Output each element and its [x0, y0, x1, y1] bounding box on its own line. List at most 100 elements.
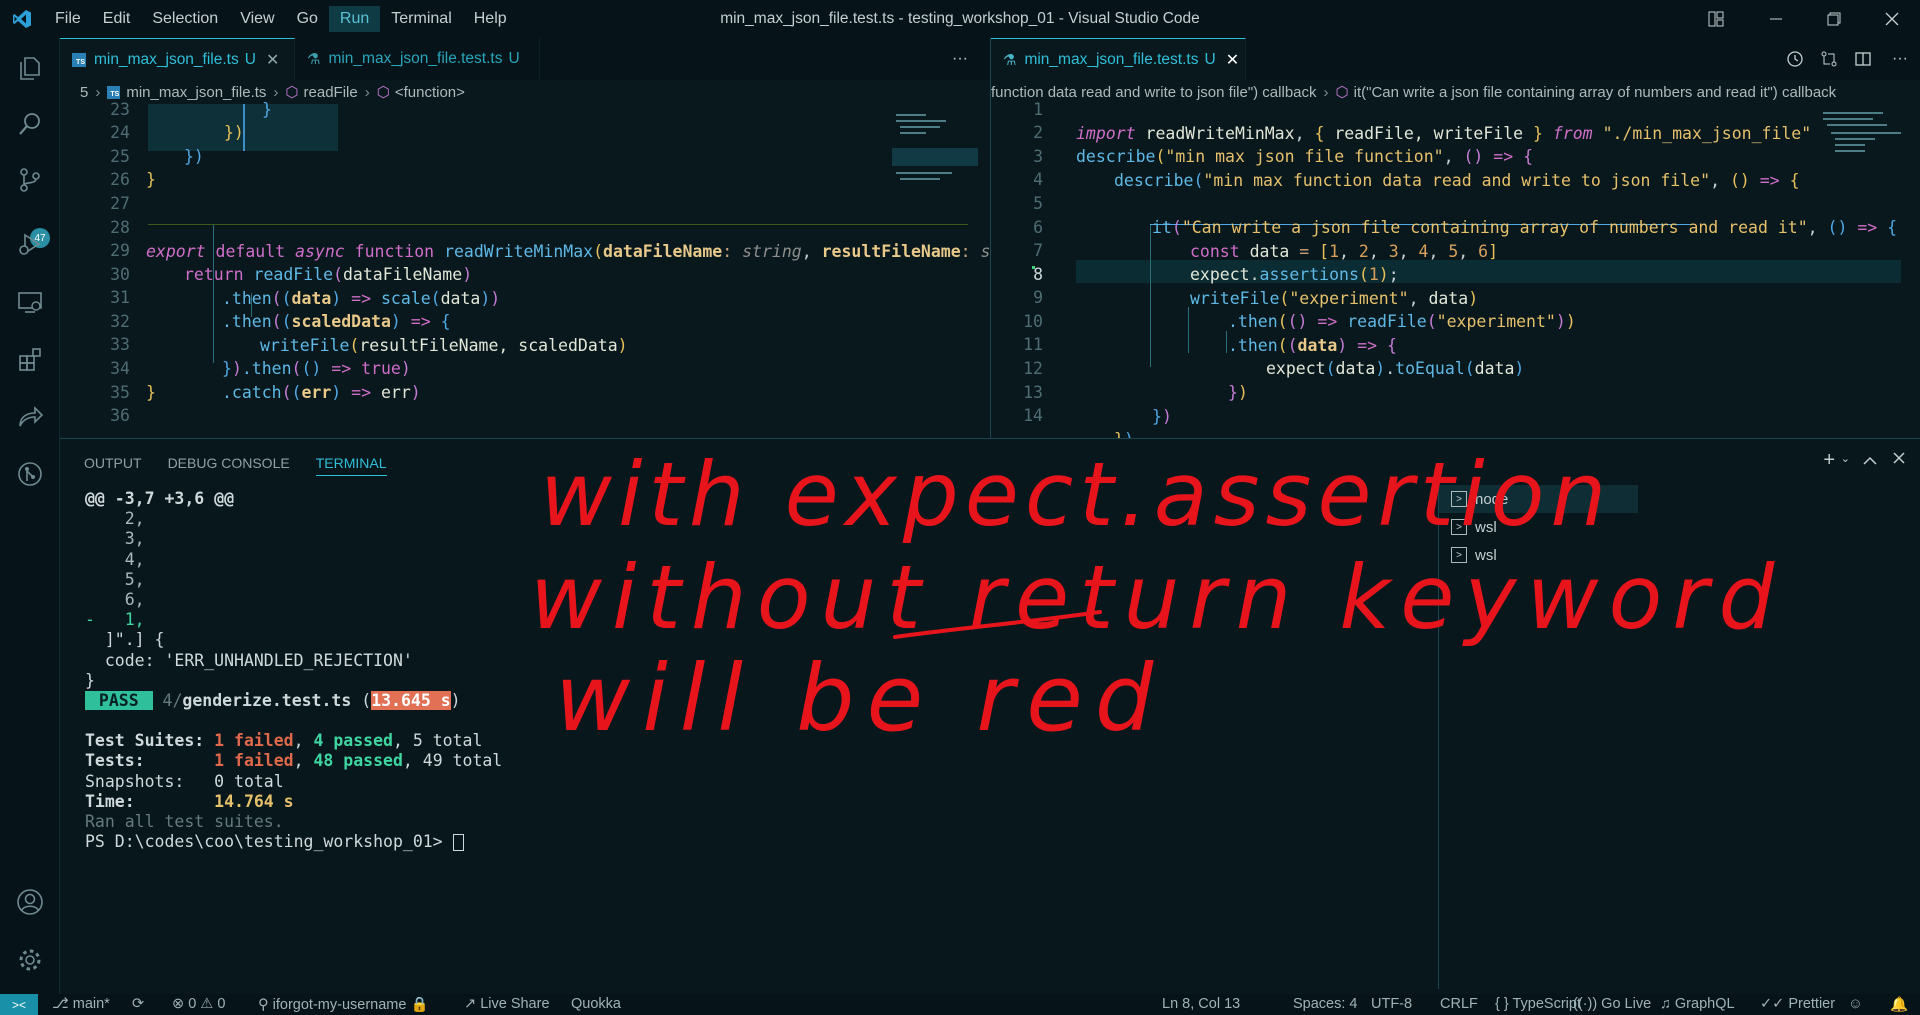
close-panel-icon[interactable]	[1893, 451, 1905, 469]
search-icon[interactable]	[14, 108, 46, 140]
chevron-down-icon[interactable]: ⌄	[1841, 452, 1850, 465]
close-window-icon[interactable]	[1866, 0, 1918, 38]
line-number: 32	[110, 312, 130, 331]
encoding[interactable]: UTF-8	[1371, 996, 1412, 1012]
account-indicator[interactable]: ⚲ iforgot-my-username 🔒	[258, 996, 429, 1013]
line-number: 6	[1033, 218, 1043, 237]
prettier-indicator[interactable]: ✓✓ Prettier	[1760, 996, 1835, 1012]
terminal-instance-wsl[interactable]: > wsl	[1439, 513, 1638, 541]
minimize-icon[interactable]	[1750, 0, 1802, 38]
line-number: 9	[1033, 288, 1043, 307]
quokka-button[interactable]: Quokka	[571, 996, 621, 1012]
menu-help[interactable]: Help	[463, 6, 518, 32]
menu-run[interactable]: Run	[328, 6, 381, 32]
terminal-line: }	[85, 670, 95, 690]
end-of-line[interactable]: CRLF	[1440, 996, 1478, 1012]
line-number: 36	[110, 406, 130, 425]
remote-explorer-icon[interactable]	[14, 286, 46, 318]
graphql-indicator[interactable]: ♫ GraphQL	[1660, 996, 1735, 1012]
maximize-panel-icon[interactable]	[1863, 452, 1877, 470]
more-actions-icon[interactable]: ···	[930, 38, 990, 80]
menu-go[interactable]: Go	[286, 6, 329, 32]
remote-indicator-icon[interactable]: ><	[0, 994, 38, 1015]
minimap[interactable]	[892, 108, 978, 228]
tab-untracked-status: U	[244, 50, 256, 68]
new-terminal-icon[interactable]: +	[1823, 449, 1835, 472]
right-editor-group: ⚗ min_max_json_file.test.ts U ✕ ··· func…	[990, 38, 1920, 438]
tab-terminal[interactable]: TERMINAL	[315, 455, 387, 476]
line-number: 10	[1023, 312, 1043, 331]
tab-min-max-json-file[interactable]: TS min_max_json_file.ts U ✕	[60, 38, 295, 80]
tab-output[interactable]: OUTPUT	[84, 455, 142, 476]
line-number: 11	[1023, 335, 1043, 354]
vscode-logo-icon	[0, 0, 44, 38]
line-number: 33	[110, 335, 130, 354]
go-live-button[interactable]: ((·)) Go Live	[1573, 996, 1651, 1012]
code-token: })	[184, 147, 204, 166]
activity-bar: 47	[0, 38, 60, 994]
cursor-position[interactable]: Ln 8, Col 13	[1162, 996, 1240, 1012]
compare-changes-icon[interactable]	[1812, 38, 1846, 80]
minimap[interactable]	[1821, 108, 1907, 208]
restore-icon[interactable]	[1808, 0, 1860, 38]
language-mode[interactable]: { } TypeScript	[1495, 996, 1581, 1012]
terminal-pass-line: PASS 4/genderize.test.ts (13.645 s)	[85, 690, 502, 711]
branch-indicator[interactable]: ⎇ main*	[52, 996, 110, 1012]
terminal-line: 5,	[85, 569, 145, 589]
test-flask-icon: ⚗	[1003, 51, 1017, 69]
tab-min-max-json-file-test[interactable]: ⚗ min_max_json_file.test.ts U	[295, 38, 540, 80]
line-number: 13	[1023, 383, 1043, 402]
line-number: 34	[110, 359, 130, 378]
terminal-instance-node[interactable]: > node	[1439, 485, 1638, 513]
menu-selection[interactable]: Selection	[141, 6, 229, 32]
terminal-line: 3,	[85, 529, 145, 549]
line-number: 28	[110, 218, 130, 237]
close-tab-icon[interactable]: ✕	[1226, 50, 1239, 70]
left-code-area[interactable]: 23} 24}) 25}) 26} 27 28 export default a…	[60, 100, 990, 438]
typescript-file-icon: TS	[72, 52, 86, 67]
customize-layout-icon[interactable]	[1690, 0, 1742, 38]
explorer-icon[interactable]	[14, 52, 46, 84]
tab-untracked-status: U	[1204, 50, 1216, 68]
terminal-line: 2,	[85, 509, 145, 529]
terminal-tests-line: Tests: 1 failed, 48 passed, 49 total	[85, 751, 503, 771]
menu-terminal[interactable]: Terminal	[380, 6, 462, 32]
line-number: 3	[1033, 147, 1043, 166]
feedback-icon[interactable]: ☺	[1848, 996, 1863, 1012]
code-token: }	[146, 170, 156, 189]
close-tab-icon[interactable]: ✕	[266, 50, 279, 70]
terminal-line: Snapshots: 0 total	[85, 771, 284, 791]
tab-min-max-json-file-test-right[interactable]: ⚗ min_max_json_file.test.ts U ✕	[991, 38, 1246, 80]
split-editor-icon[interactable]	[1846, 38, 1880, 80]
problems-indicator[interactable]: ⊗ 0 ⚠ 0	[172, 996, 225, 1012]
run-debug-icon[interactable]	[14, 228, 46, 260]
timeline-history-icon[interactable]	[1778, 38, 1812, 80]
tab-untracked-status: U	[508, 50, 520, 67]
menu-file[interactable]: File	[44, 6, 92, 32]
account-icon[interactable]	[14, 886, 46, 918]
terminal-icon: >	[1451, 547, 1467, 563]
terminal-instance-wsl[interactable]: > wsl	[1439, 541, 1638, 569]
indentation[interactable]: Spaces: 4	[1293, 996, 1358, 1012]
settings-gear-icon[interactable]	[14, 944, 46, 976]
live-share-icon[interactable]	[14, 402, 46, 434]
extensions-icon[interactable]	[14, 344, 46, 376]
terminal-cursor	[452, 834, 464, 852]
line-number: 27	[110, 194, 130, 213]
notifications-bell-icon[interactable]: 🔔	[1890, 996, 1908, 1013]
tab-debug-console[interactable]: DEBUG CONSOLE	[168, 455, 290, 476]
terminal-line: Ran all test suites.	[85, 812, 284, 831]
terminal-line: ]".] {	[85, 630, 165, 650]
right-code-area[interactable]: 1 import readWriteMinMax, { readFile, wr…	[991, 100, 1920, 438]
menu-view[interactable]: View	[229, 6, 285, 32]
live-share-button[interactable]: ↗ Live Share	[464, 996, 550, 1012]
sync-icon[interactable]: ⟳	[132, 996, 144, 1012]
terminal-line: 4,	[85, 549, 145, 569]
source-control-icon[interactable]	[14, 164, 46, 196]
more-actions-icon[interactable]: ···	[1880, 38, 1920, 80]
menu-edit[interactable]: Edit	[92, 6, 142, 32]
gitlens-icon[interactable]	[14, 458, 46, 490]
terminal-output[interactable]: @@ -3,7 +3,6 @@ 2, 3, 4, 5, 6, - 1, ]".]…	[85, 489, 502, 852]
line-number: 23	[110, 100, 130, 119]
terminal-prompt[interactable]: PS D:\codes\coo\testing_workshop_01>	[85, 832, 502, 852]
